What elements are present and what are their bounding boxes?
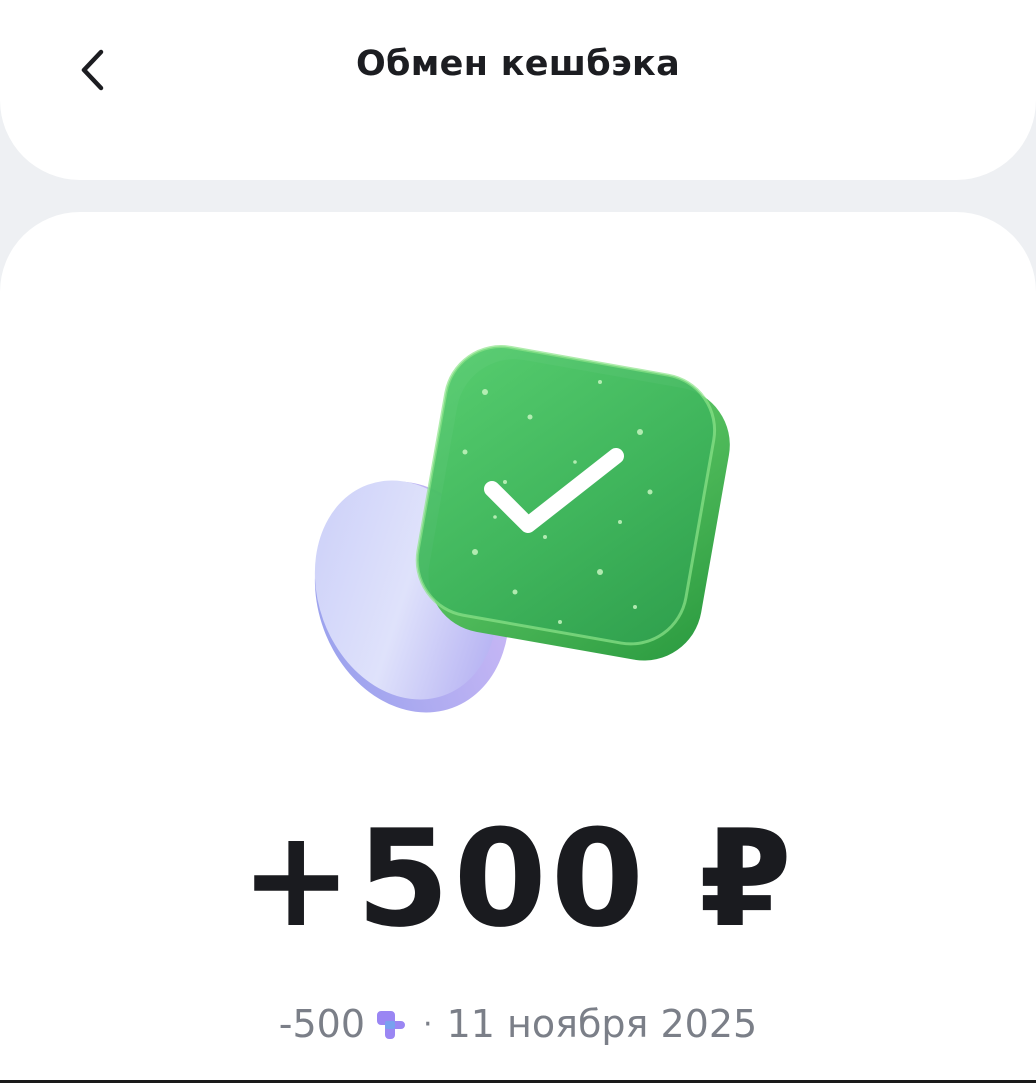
page-title: Обмен кешбэка [355, 44, 681, 84]
amount: +500 ₽ [240, 801, 796, 957]
top-bar: Обмен кешбэка [0, 0, 1036, 180]
separator: · [423, 1006, 433, 1042]
success-check-badge-icon [314, 345, 730, 713]
transaction-meta: -500 · 11 ноября 2025 [0, 1002, 1036, 1046]
points-amount: -500 [278, 1002, 366, 1046]
transaction-date: 11 ноября 2025 [446, 1002, 758, 1046]
cashback-points-icon [377, 1011, 406, 1039]
transaction-card: +500 ₽ -500 · 11 ноября 2025 [0, 212, 1036, 1083]
